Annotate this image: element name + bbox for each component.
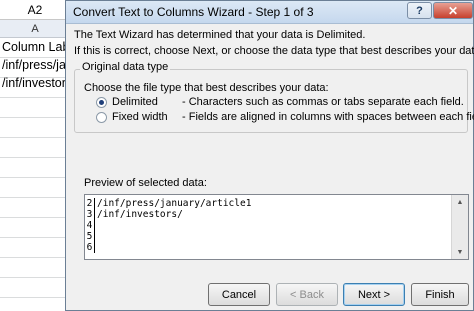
radio-desc-fixed-width: - Fields are aligned in columns with spa… bbox=[182, 111, 474, 123]
text-to-columns-dialog: Convert Text to Columns Wizard - Step 1 … bbox=[65, 0, 474, 311]
preview-row: 5 bbox=[85, 231, 455, 242]
cell-a2[interactable]: /inf/press/janu bbox=[2, 56, 72, 74]
radio-delimited[interactable]: Delimited - Characters such as commas or… bbox=[96, 96, 464, 108]
preview-row-number: 3 bbox=[85, 209, 95, 220]
radio-label-fixed-width[interactable]: Fixed width bbox=[112, 111, 182, 123]
dialog-title: Convert Text to Columns Wizard - Step 1 … bbox=[73, 5, 314, 19]
group-legend: Original data type bbox=[80, 61, 171, 73]
cancel-button[interactable]: Cancel bbox=[208, 283, 270, 306]
cell-a1[interactable]: Column Label bbox=[2, 38, 72, 56]
preview-row-text: /inf/investors/ bbox=[97, 209, 183, 220]
back-button[interactable]: < Back bbox=[276, 283, 338, 306]
preview-row: 3 /inf/investors/ bbox=[85, 209, 455, 220]
preview-row: 6 bbox=[85, 242, 455, 253]
close-icon: ✕ bbox=[447, 3, 459, 18]
radio-desc-delimited: - Characters such as commas or tabs sepa… bbox=[182, 96, 464, 108]
help-button[interactable]: ? bbox=[407, 2, 432, 19]
name-box[interactable]: A2 bbox=[0, 0, 71, 20]
scroll-down-icon[interactable]: ▼ bbox=[452, 245, 468, 259]
preview-row-number: 4 bbox=[85, 220, 95, 231]
preview-scrollbar[interactable]: ▲ ▼ bbox=[451, 195, 468, 259]
preview-row: 2 /inf/press/january/article1 bbox=[85, 198, 455, 209]
column-header-a[interactable]: A bbox=[0, 20, 70, 38]
preview-row: 4 bbox=[85, 220, 455, 231]
scroll-up-icon[interactable]: ▲ bbox=[452, 195, 468, 209]
preview-row-number: 6 bbox=[85, 242, 95, 253]
preview-row-number: 2 bbox=[85, 198, 95, 209]
help-icon: ? bbox=[416, 4, 423, 17]
file-type-prompt: Choose the file type that best describes… bbox=[84, 82, 329, 94]
radio-fixed-width[interactable]: Fixed width - Fields are aligned in colu… bbox=[96, 111, 474, 123]
next-button[interactable]: Next > bbox=[343, 283, 405, 306]
radio-unselected-icon[interactable] bbox=[96, 111, 107, 123]
intro-text-2: If this is correct, choose Next, or choo… bbox=[74, 45, 474, 57]
preview-row-text: /inf/press/january/article1 bbox=[97, 198, 252, 209]
title-bar[interactable]: Convert Text to Columns Wizard - Step 1 … bbox=[66, 1, 473, 24]
radio-label-delimited[interactable]: Delimited bbox=[112, 96, 182, 108]
preview-row-number: 5 bbox=[85, 231, 95, 242]
preview-label: Preview of selected data: bbox=[84, 177, 207, 189]
preview-box[interactable]: 2 /inf/press/january/article1 3 /inf/inv… bbox=[84, 194, 469, 260]
finish-button[interactable]: Finish bbox=[411, 283, 469, 306]
intro-text-1: The Text Wizard has determined that your… bbox=[74, 29, 366, 41]
close-button[interactable]: ✕ bbox=[433, 2, 473, 19]
radio-selected-icon[interactable] bbox=[96, 96, 107, 108]
cell-a3[interactable]: /inf/investors bbox=[2, 74, 72, 92]
